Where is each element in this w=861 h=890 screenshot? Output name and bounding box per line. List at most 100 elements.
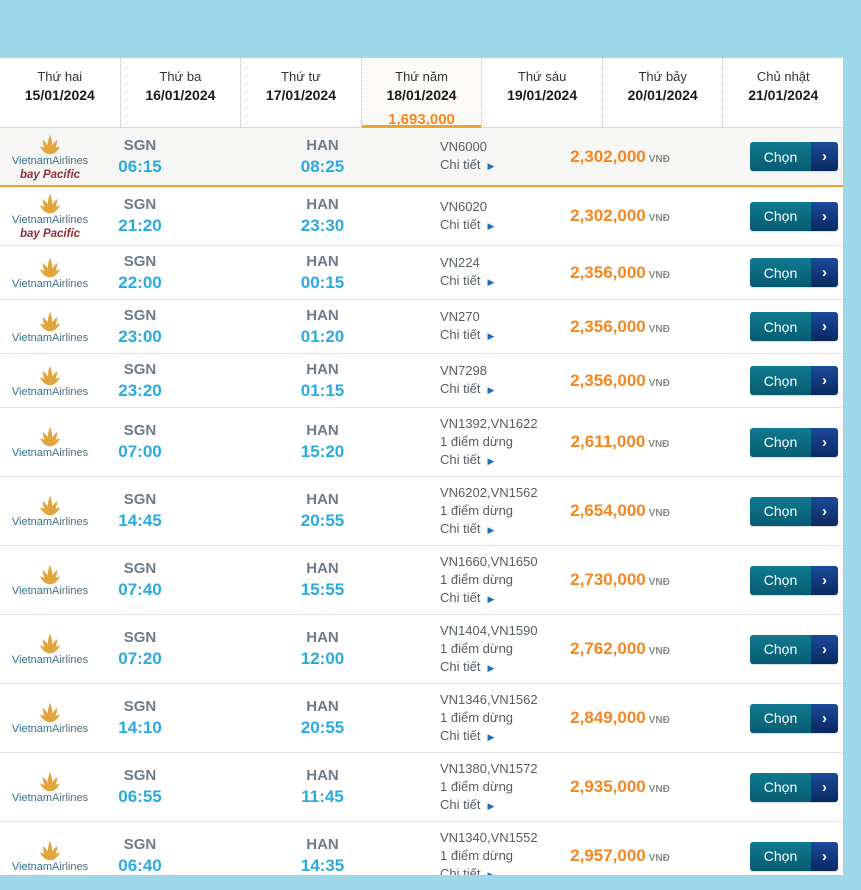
chevron-right-icon: › (811, 258, 838, 287)
arrival-cell: HAN 15:55 (240, 559, 405, 601)
arrival-airport: HAN (306, 560, 339, 577)
choose-button[interactable]: Chọn › (750, 427, 838, 457)
chevron-right-icon: › (811, 201, 838, 231)
price-cell: 2,730,000 VNĐ (545, 570, 695, 590)
flight-details-cell: VN7298 Chi tiết ▶ (440, 362, 545, 399)
currency-label: VNĐ (648, 377, 670, 389)
flight-details-cell: VN224 Chi tiết ▶ (440, 254, 545, 291)
price-cell: 2,654,000 VNĐ (545, 501, 695, 521)
airline-name: VietnamAirlines (11, 792, 89, 804)
tab-day-label: Chủ nhật (756, 69, 810, 84)
tab-date-label: 17/01/2024 (265, 87, 336, 103)
price-value: 2,356,000 (570, 316, 646, 336)
details-link[interactable]: Chi tiết ▶ (440, 865, 545, 876)
departure-airport: SGN (123, 491, 157, 508)
choose-button[interactable]: Chọn › (750, 565, 838, 595)
choose-button[interactable]: Chọn › (750, 841, 838, 871)
choose-button[interactable]: Chọn › (750, 634, 838, 664)
departure-cell: SGN 07:00 (100, 421, 180, 463)
airline-name: VietnamAirlines (11, 654, 89, 666)
departure-cell: SGN 14:45 (100, 490, 180, 532)
departure-airport: SGN (123, 560, 157, 577)
arrival-airport: HAN (306, 136, 339, 154)
tab-day-label: Thứ năm (395, 69, 448, 84)
date-tab-21[interactable]: Chủ nhật 21/01/2024 (722, 58, 843, 127)
departure-cell: SGN 06:55 (100, 766, 180, 808)
flight-codes: VN7298 (440, 363, 487, 378)
airline-name: VietnamAirlines (11, 516, 89, 528)
button-cell: Chọn › (750, 258, 838, 287)
date-tab-17[interactable]: Thứ tư 17/01/2024 (240, 58, 361, 127)
lotus-logo-icon (39, 257, 61, 277)
flight-row: VietnamAirlines SGN 22:00 HAN 00:15 VN22… (0, 246, 843, 300)
choose-button[interactable]: Chọn › (750, 496, 838, 526)
airline-logo: VietnamAirlines (0, 425, 100, 459)
arrival-time: 15:55 (300, 580, 345, 599)
flight-row: VietnamAirlines SGN 07:40 HAN 15:55 VN16… (0, 546, 843, 615)
detail-arrow-icon: ▶ (487, 800, 495, 811)
departure-airport: SGN (123, 698, 157, 715)
details-link[interactable]: Chi tiết ▶ (440, 451, 545, 470)
date-tab-19[interactable]: Thứ sáu 19/01/2024 (481, 58, 602, 127)
date-tab-20[interactable]: Thứ bảy 20/01/2024 (601, 58, 723, 127)
details-link[interactable]: Chi tiết ▶ (440, 727, 545, 746)
date-tab-15[interactable]: Thứ hai 15/01/2024 (0, 58, 120, 127)
detail-arrow-icon: ▶ (487, 455, 495, 466)
cobrand-label: bay Pacific (19, 168, 81, 181)
detail-arrow-icon: ▶ (487, 331, 495, 341)
chevron-right-icon: › (811, 703, 838, 733)
flight-row: VietnamAirlines SGN 23:20 HAN 01:15 VN72… (0, 354, 843, 408)
price-cell: 2,356,000 VNĐ (545, 317, 695, 337)
flight-details-cell: VN1380,VN1572 1 điểm dừng Chi tiết ▶ (440, 760, 545, 815)
flight-codes: VN1380,VN1572 (440, 760, 538, 776)
details-link[interactable]: Chi tiết ▶ (440, 796, 545, 815)
details-link[interactable]: Chi tiết ▶ (440, 272, 545, 291)
arrival-time: 01:20 (300, 326, 345, 346)
arrival-airport: HAN (306, 196, 339, 213)
details-link[interactable]: Chi tiết ▶ (440, 216, 545, 235)
price-value: 2,849,000 (570, 708, 646, 727)
arrival-cell: HAN 14:35 (240, 835, 405, 875)
date-tab-16[interactable]: Thứ ba 16/01/2024 (119, 58, 241, 127)
airline-logo: VietnamAirlines (0, 632, 100, 666)
lotus-logo-icon (39, 311, 61, 331)
tab-date-label: 21/01/2024 (748, 87, 819, 103)
arrival-airport: HAN (306, 360, 339, 378)
price-cell: 2,849,000 VNĐ (545, 708, 695, 728)
choose-button[interactable]: Chọn › (750, 772, 838, 802)
flight-codes: VN270 (440, 309, 480, 324)
departure-airport: SGN (123, 836, 157, 853)
details-link[interactable]: Chi tiết ▶ (440, 589, 545, 608)
lotus-logo-icon (39, 426, 61, 447)
flight-row: VietnamAirlines SGN 23:00 HAN 01:20 VN27… (0, 300, 843, 354)
date-tab-18[interactable]: Thứ năm 18/01/2024 1,693,000 (360, 58, 482, 128)
choose-button[interactable]: Chọn › (750, 258, 838, 287)
choose-button[interactable]: Chọn › (750, 142, 838, 171)
details-link[interactable]: Chi tiết ▶ (440, 380, 545, 399)
currency-label: VNĐ (648, 269, 670, 281)
details-link[interactable]: Chi tiết ▶ (440, 658, 545, 677)
arrival-cell: HAN 01:20 (240, 306, 405, 348)
departure-airport: SGN (123, 252, 157, 270)
choose-button[interactable]: Chọn › (750, 201, 838, 231)
tab-day-label: Thứ bảy (638, 69, 687, 84)
arrival-cell: HAN 20:55 (240, 697, 405, 739)
lotus-logo-icon (39, 495, 61, 516)
chevron-right-icon: › (811, 565, 838, 595)
button-cell: Chọn › (750, 201, 838, 231)
details-link[interactable]: Chi tiết ▶ (440, 156, 545, 175)
choose-button[interactable]: Chọn › (750, 366, 838, 395)
flight-codes: VN6202,VN1562 (440, 484, 538, 500)
choose-button[interactable]: Chọn › (750, 312, 838, 341)
details-link[interactable]: Chi tiết ▶ (440, 520, 545, 539)
flight-codes: VN6020 (440, 198, 487, 214)
choose-button[interactable]: Chọn › (750, 703, 838, 733)
flight-codes: VN1340,VN1552 (440, 829, 538, 845)
flight-details-cell: VN6000 Chi tiết ▶ (440, 138, 545, 175)
lotus-logo-icon (39, 702, 61, 723)
flight-codes: VN1404,VN1590 (440, 622, 538, 638)
details-link[interactable]: Chi tiết ▶ (440, 326, 545, 345)
currency-label: VNĐ (648, 784, 670, 795)
airline-name: VietnamAirlines (11, 277, 89, 290)
chevron-right-icon: › (811, 366, 838, 395)
